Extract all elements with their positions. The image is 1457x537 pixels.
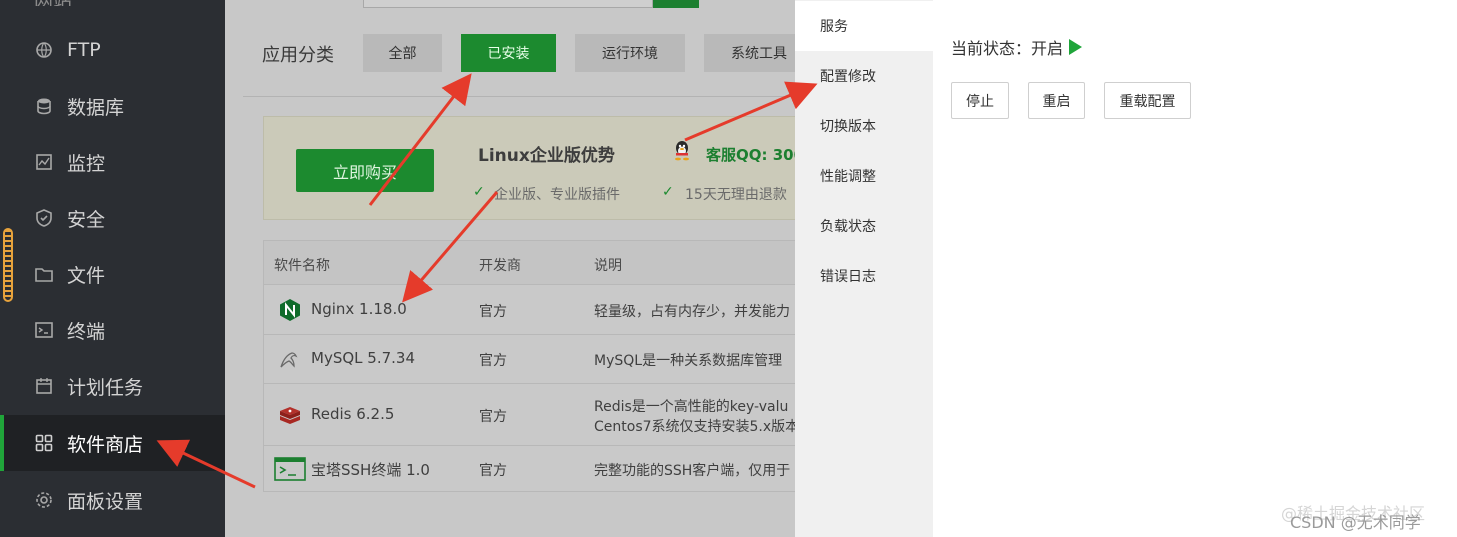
tab-config-edit[interactable]: 配置修改 xyxy=(795,51,933,101)
sidebar-item-label: 监控 xyxy=(67,152,106,175)
sidebar-item-label: 数据库 xyxy=(67,96,125,119)
software-name[interactable]: Nginx 1.18.0 xyxy=(311,300,407,318)
sidebar-item-website-partial[interactable]: 网站 xyxy=(34,0,154,6)
main-content: 应用分类 全部 已安装 运行环境 系统工具 立即购买 Linux企业版优势 客服… xyxy=(225,0,795,537)
sidebar-item-label: FTP xyxy=(67,39,101,61)
scroll-handle[interactable] xyxy=(3,228,13,302)
category-runtime-button[interactable]: 运行环境 xyxy=(575,34,685,72)
panel-tabs: 服务 配置修改 切换版本 性能调整 负载状态 错误日志 xyxy=(795,0,933,537)
monitor-icon xyxy=(34,152,54,172)
check-icon: ✓ xyxy=(662,184,674,200)
sidebar-item-label: 终端 xyxy=(67,320,106,343)
status-label: 当前状态：开启 xyxy=(951,39,1064,58)
database-icon xyxy=(34,96,54,116)
mysql-dolphin-icon xyxy=(278,347,302,371)
play-icon xyxy=(1069,39,1083,55)
software-vendor: 官方 xyxy=(479,353,507,369)
column-header-name[interactable]: 软件名称 xyxy=(274,255,330,275)
tab-performance[interactable]: 性能调整 xyxy=(795,151,933,201)
sidebar: 网站 FTP 数据库 监控 安全 文件 终端 xyxy=(0,0,225,537)
gear-icon xyxy=(34,490,54,510)
reload-config-button[interactable]: 重载配置 xyxy=(1104,82,1191,119)
nginx-settings-panel: 服务 配置修改 切换版本 性能调整 负载状态 错误日志 当前状态：开启 停止 重… xyxy=(795,0,1457,537)
category-system-tools-button[interactable]: 系统工具 xyxy=(704,34,795,72)
table-row[interactable]: Redis 6.2.5 官方 Redis是一个高性能的key-valu Cent… xyxy=(264,384,795,446)
sidebar-item-label: 文件 xyxy=(67,264,106,287)
software-desc: MySQL是一种关系数据库管理 xyxy=(594,353,783,369)
software-table: 软件名称 开发商 说明 Nginx 1.18.0 官方 轻量级，占有内存少，并发… xyxy=(263,240,795,492)
sidebar-item-monitor[interactable]: 监控 xyxy=(0,134,225,190)
folder-icon xyxy=(34,264,54,284)
check-icon: ✓ xyxy=(473,184,485,200)
qq-contact[interactable]: 客服QQ: 300 xyxy=(706,144,795,165)
sidebar-item-terminal[interactable]: 终端 xyxy=(0,302,225,358)
tab-service[interactable]: 服务 xyxy=(795,1,933,51)
software-name[interactable]: 宝塔SSH终端 1.0 xyxy=(311,459,430,480)
tab-load-status[interactable]: 负载状态 xyxy=(795,201,933,251)
redis-icon xyxy=(278,403,302,427)
grid-icon xyxy=(34,433,54,453)
feature-item: 15天无理由退款 xyxy=(685,187,787,203)
software-desc: 完整功能的SSH客户端，仅用于 xyxy=(594,463,791,479)
service-status: 当前状态：开启 xyxy=(951,35,1083,59)
software-desc: Redis是一个高性能的key-valu xyxy=(594,399,789,415)
column-header-vendor[interactable]: 开发商 xyxy=(479,255,521,275)
software-vendor: 官方 xyxy=(479,409,507,425)
search-button[interactable] xyxy=(653,0,699,8)
software-name[interactable]: MySQL 5.7.34 xyxy=(311,349,415,367)
divider xyxy=(243,96,795,97)
sidebar-item-label: 安全 xyxy=(67,208,106,231)
software-desc-line2: Centos7系统仅支持安装5.x版本 xyxy=(594,419,795,435)
restart-button[interactable]: 重启 xyxy=(1028,82,1085,119)
nginx-icon xyxy=(278,298,302,322)
watermark-csdn: CSDN @无术同学 xyxy=(1290,513,1421,532)
ssh-terminal-icon xyxy=(274,457,306,481)
terminal-icon xyxy=(34,320,54,340)
column-header-desc[interactable]: 说明 xyxy=(594,255,622,275)
promo-banner: 立即购买 Linux企业版优势 客服QQ: 300 ✓ 企业版、专业版插件 ✓ … xyxy=(263,116,795,220)
feature-item: 企业版、专业版插件 xyxy=(494,187,620,203)
sidebar-item-label: 软件商店 xyxy=(67,433,144,456)
table-header xyxy=(264,241,795,285)
table-row[interactable]: Nginx 1.18.0 官方 轻量级，占有内存少，并发能力 xyxy=(264,285,795,335)
sidebar-item-security[interactable]: 安全 xyxy=(0,190,225,246)
software-desc: 轻量级，占有内存少，并发能力 xyxy=(594,304,790,320)
sidebar-item-software-store[interactable]: 软件商店 xyxy=(0,415,225,471)
calendar-icon xyxy=(34,376,54,396)
software-name[interactable]: Redis 6.2.5 xyxy=(311,405,394,423)
category-all-button[interactable]: 全部 xyxy=(363,34,442,72)
promo-title: Linux企业版优势 xyxy=(478,146,615,166)
globe-icon xyxy=(34,40,54,60)
sidebar-item-database[interactable]: 数据库 xyxy=(0,78,225,134)
sidebar-item-label: 面板设置 xyxy=(67,490,144,513)
qq-penguin-icon xyxy=(671,139,693,161)
sidebar-item-label: 计划任务 xyxy=(67,376,144,399)
software-vendor: 官方 xyxy=(479,304,507,320)
software-vendor: 官方 xyxy=(479,463,507,479)
shield-icon xyxy=(34,208,54,228)
sidebar-item-files[interactable]: 文件 xyxy=(0,246,225,302)
category-label: 应用分类 xyxy=(262,45,334,66)
tab-error-log[interactable]: 错误日志 xyxy=(795,251,933,301)
search-input[interactable] xyxy=(363,0,653,8)
sidebar-item-cron[interactable]: 计划任务 xyxy=(0,358,225,414)
table-row[interactable]: MySQL 5.7.34 官方 MySQL是一种关系数据库管理 xyxy=(264,335,795,384)
tab-switch-version[interactable]: 切换版本 xyxy=(795,101,933,151)
table-row[interactable]: 宝塔SSH终端 1.0 官方 完整功能的SSH客户端，仅用于 xyxy=(264,446,795,493)
sidebar-item-ftp[interactable]: FTP xyxy=(0,22,225,78)
buy-now-button[interactable]: 立即购买 xyxy=(296,149,434,192)
category-installed-button[interactable]: 已安装 xyxy=(461,34,556,72)
stop-button[interactable]: 停止 xyxy=(951,82,1009,119)
sidebar-item-panel-settings[interactable]: 面板设置 xyxy=(0,472,225,528)
